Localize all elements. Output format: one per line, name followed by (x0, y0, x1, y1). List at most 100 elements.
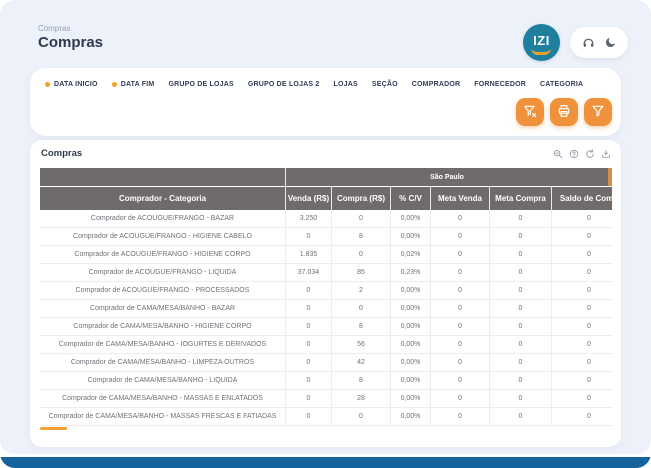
table-toolbar (553, 149, 611, 159)
cell-compra: 0 (331, 300, 390, 317)
column-header-saldo-compra[interactable]: Saldo de Comp (551, 187, 612, 210)
cell-venda: 0 (285, 372, 331, 389)
cell-venda: 0 (285, 300, 331, 317)
table-row[interactable]: Comprador de ACOUGUE/FRANGO - PROCESSADO… (40, 282, 612, 300)
filter-chip-label: LOJAS (333, 81, 358, 88)
footer-bar (0, 457, 651, 468)
column-header-row: Comprador - Categoria Venda (R$) Compra … (40, 186, 612, 210)
app-window: Compras Compras IZI DATA INICIO DATA FIM… (0, 0, 651, 468)
filter-chip-label: DATA INICIO (54, 81, 98, 88)
moon-icon[interactable] (604, 36, 617, 49)
cell-meta-compra: 0 (489, 372, 551, 389)
table-row[interactable]: Comprador de CAMA/MESA/BANHO - LIQUIDA 0… (40, 372, 612, 390)
filter-chip[interactable]: DATA INICIO (45, 81, 98, 88)
column-header-meta-compra[interactable]: Meta Compra (489, 187, 551, 210)
cell-meta-venda: 0 (430, 408, 489, 425)
filter-chip-label: COMPRADOR (411, 81, 461, 88)
headset-icon[interactable] (582, 36, 595, 49)
required-dot-icon (45, 82, 50, 87)
cell-meta-venda: 0 (430, 210, 489, 227)
logo-smile-icon (531, 48, 551, 55)
filter-actions (516, 98, 612, 126)
cell-meta-compra: 0 (489, 300, 551, 317)
table-row[interactable]: Comprador de CAMA/MESA/BANHO - BAZAR 0 0… (40, 300, 612, 318)
cell-compra: 8 (331, 372, 390, 389)
cell-meta-compra: 0 (489, 282, 551, 299)
table-row[interactable]: Comprador de CAMA/MESA/BANHO - IOGURTES … (40, 336, 612, 354)
table-row[interactable]: Comprador de ACOUGUE/FRANGO - LIQUIDA 37… (40, 264, 612, 282)
next-group-sliver (608, 168, 612, 186)
breadcrumb[interactable]: Compras (38, 24, 70, 33)
cell-categoria: Comprador de ACOUGUE/FRANGO - HIGIENE CO… (74, 251, 251, 258)
group-header-empty-cell (40, 168, 285, 186)
page-title: Compras (38, 34, 104, 51)
table-row[interactable]: Comprador de CAMA/MESA/BANHO - LIMPEZA O… (40, 354, 612, 372)
funnel-icon (591, 104, 605, 121)
table-title: Compras (41, 148, 83, 159)
cell-venda: 37.034 (285, 264, 331, 281)
cell-categoria: Comprador de CAMA/MESA/BANHO - IOGURTES … (58, 341, 267, 348)
table-body: Comprador de ACOUGUE/FRANGO - BAZAR 3.25… (40, 210, 612, 426)
table-row[interactable]: Comprador de ACOUGUE/FRANGO - HIGIENE CO… (40, 246, 612, 264)
filter-chip-label: SEÇÃO (371, 81, 398, 88)
cell-categoria: Comprador de CAMA/MESA/BANHO - LIMPEZA O… (70, 359, 255, 366)
filter-chip[interactable]: LOJAS (334, 81, 358, 88)
filter-chip[interactable]: FORNECEDOR (474, 81, 526, 88)
horizontal-scrollbar-thumb[interactable] (40, 427, 67, 430)
cell-categoria: Comprador de ACOUGUE/FRANGO - BAZAR (90, 215, 235, 222)
table-row[interactable]: Comprador de ACOUGUE/FRANGO - HIGIENE CA… (40, 228, 612, 246)
column-header-compra[interactable]: Compra (R$) (331, 187, 390, 210)
cell-saldo: 0 (551, 372, 612, 389)
filter-chip-label: CATEGORIA (540, 81, 584, 88)
cell-cv: 0,00% (390, 354, 430, 371)
filter-chip-label: DATA FIM (120, 81, 155, 88)
column-header-venda[interactable]: Venda (R$) (285, 187, 331, 210)
cell-cv: 0,00% (390, 300, 430, 317)
cell-venda: 0 (285, 318, 331, 335)
app-logo[interactable]: IZI (523, 24, 560, 61)
cell-meta-compra: 0 (489, 408, 551, 425)
download-icon[interactable] (601, 149, 611, 159)
cell-venda: 0 (285, 390, 331, 407)
required-dot-icon (111, 82, 117, 87)
cell-saldo: 0 (551, 210, 612, 227)
cell-compra: 0 (331, 246, 390, 263)
cell-compra: 2 (331, 282, 390, 299)
help-icon[interactable] (569, 149, 579, 159)
app-logo-text: IZI (533, 33, 550, 48)
filter-chip[interactable]: DATA FIM (111, 81, 155, 88)
cell-venda: 0 (285, 408, 331, 425)
cell-saldo: 0 (551, 282, 612, 299)
column-header-meta-venda[interactable]: Meta Venda (430, 187, 489, 210)
column-header-cv[interactable]: % C/V (390, 187, 430, 210)
cell-meta-compra: 0 (489, 246, 551, 263)
column-header-comprador-categoria[interactable]: Comprador - Categoria (40, 187, 285, 210)
refresh-icon[interactable] (585, 149, 595, 159)
filter-chip[interactable]: GRUPO DE LOJAS (168, 81, 233, 88)
cell-compra: 85 (331, 264, 390, 281)
table-row[interactable]: Comprador de ACOUGUE/FRANGO - BAZAR 3.25… (40, 210, 612, 228)
filter-list: DATA INICIO DATA FIM GRUPO DE LOJAS GRUP… (45, 81, 583, 88)
filter-chip[interactable]: GRUPO DE LOJAS 2 (248, 81, 320, 88)
data-table: São Paulo Comprador - Categoria Venda (R… (40, 168, 612, 426)
cell-compra: 8 (331, 318, 390, 335)
cell-categoria: Comprador de CAMA/MESA/BANHO - MASSAS E … (62, 395, 263, 402)
cell-meta-compra: 0 (489, 210, 551, 227)
table-card: Compras São Paulo Comprador - Categoria … (30, 140, 621, 447)
filter-bar: DATA INICIO DATA FIM GRUPO DE LOJAS GRUP… (30, 68, 621, 136)
filter-chip[interactable]: CATEGORIA (540, 81, 583, 88)
filter-chip[interactable]: COMPRADOR (412, 81, 460, 88)
cell-meta-venda: 0 (430, 318, 489, 335)
clear-filters-button[interactable] (516, 98, 544, 126)
cell-venda: 1.835 (285, 246, 331, 263)
table-row[interactable]: Comprador de CAMA/MESA/BANHO - HIGIENE C… (40, 318, 612, 336)
filter-chip[interactable]: SEÇÃO (372, 81, 398, 88)
group-header-sao-paulo: São Paulo (285, 168, 608, 186)
magnifier-icon[interactable] (553, 149, 563, 159)
apply-filters-button[interactable] (584, 98, 612, 126)
cell-saldo: 0 (551, 390, 612, 407)
print-button[interactable] (550, 98, 578, 126)
table-row[interactable]: Comprador de CAMA/MESA/BANHO - MASSAS FR… (40, 408, 612, 426)
table-row[interactable]: Comprador de CAMA/MESA/BANHO - MASSAS E … (40, 390, 612, 408)
cell-meta-compra: 0 (489, 390, 551, 407)
